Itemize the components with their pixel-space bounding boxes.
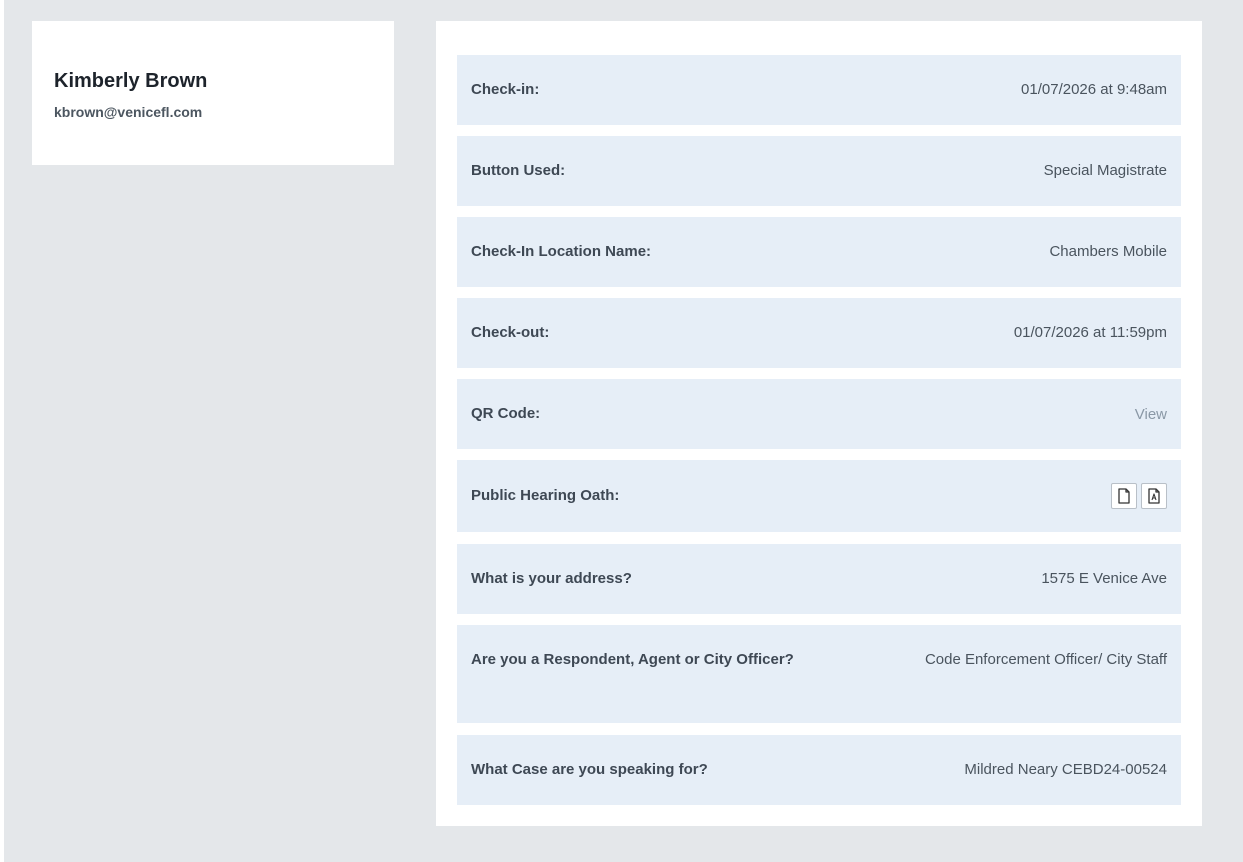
document-icon — [1118, 488, 1130, 504]
address-value: 1575 E Venice Ave — [1041, 570, 1167, 587]
oath-label: Public Hearing Oath: — [471, 487, 620, 504]
role-value: Code Enforcement Officer/ City Staff — [924, 651, 1167, 668]
button-used-value: Special Magistrate — [1043, 162, 1167, 179]
document-download-button[interactable] — [1111, 483, 1137, 509]
detail-row-role: Are you a Respondent, Agent or City Offi… — [457, 625, 1181, 723]
profile-name: Kimberly Brown — [54, 70, 208, 92]
location-label: Check-In Location Name: — [471, 243, 652, 260]
check-out-value: 01/07/2026 at 11:59pm — [1013, 324, 1167, 341]
check-out-label: Check-out: — [471, 324, 550, 341]
detail-row-location: Check-In Location Name: Chambers Mobile — [457, 217, 1181, 287]
detail-row-address: What is your address? 1575 E Venice Ave — [457, 544, 1181, 614]
oath-file-buttons — [1111, 483, 1167, 509]
detail-row-qr-code: QR Code: View — [457, 379, 1181, 449]
button-used-label: Button Used: — [471, 162, 566, 179]
detail-row-button-used: Button Used: Special Magistrate — [457, 136, 1181, 206]
detail-row-check-in: Check-in: 01/07/2026 at 9:48am — [457, 55, 1181, 125]
profile-email: kbrown@venicefl.com — [54, 104, 203, 120]
profile-card: Kimberly Brown kbrown@venicefl.com — [32, 21, 394, 165]
case-label: What Case are you speaking for? — [471, 761, 708, 778]
pdf-download-button[interactable] — [1141, 483, 1167, 509]
check-in-value: 01/07/2026 at 9:48am — [1021, 81, 1167, 98]
check-in-details-card: Check-in: 01/07/2026 at 9:48am Button Us… — [436, 21, 1202, 826]
detail-row-case: What Case are you speaking for? Mildred … — [457, 735, 1181, 805]
check-in-label: Check-in: — [471, 81, 540, 98]
detail-row-public-hearing-oath: Public Hearing Oath: — [457, 460, 1181, 532]
case-value: Mildred Neary CEBD24-00524 — [964, 761, 1167, 778]
role-label: Are you a Respondent, Agent or City Offi… — [471, 651, 794, 668]
pdf-icon — [1148, 488, 1160, 504]
address-label: What is your address? — [471, 570, 632, 587]
qr-code-label: QR Code: — [471, 405, 541, 422]
qr-code-view-link[interactable]: View — [1135, 406, 1167, 423]
location-value: Chambers Mobile — [1049, 243, 1167, 260]
detail-row-check-out: Check-out: 01/07/2026 at 11:59pm — [457, 298, 1181, 368]
